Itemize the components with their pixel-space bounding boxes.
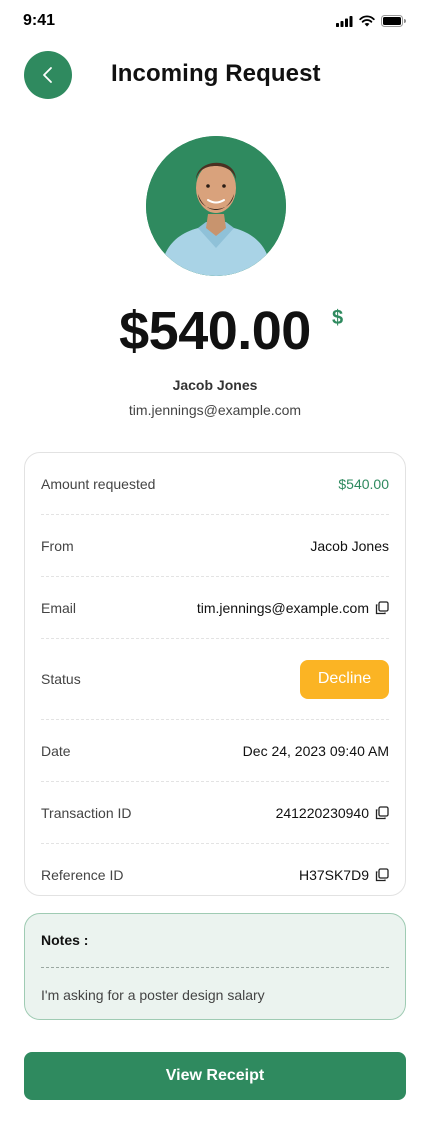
detail-value-reference-wrap: H37SK7D9 bbox=[299, 867, 389, 883]
detail-label: Status bbox=[41, 671, 81, 687]
battery-icon bbox=[381, 15, 406, 27]
page-title: Incoming Request bbox=[111, 60, 321, 87]
avatar-person-image bbox=[146, 136, 286, 276]
notes-text: I'm asking for a poster design salary bbox=[41, 987, 265, 1003]
currency-symbol: $ bbox=[332, 307, 344, 329]
detail-value-email-wrap: tim.jennings@example.com bbox=[197, 600, 389, 616]
notes-card: Notes : I'm asking for a poster design s… bbox=[24, 913, 406, 1020]
detail-row-reference-id: Reference ID H37SK7D9 bbox=[41, 844, 389, 906]
detail-row-from: From Jacob Jones bbox=[41, 515, 389, 577]
header: Incoming Request bbox=[0, 50, 430, 100]
detail-row-amount: Amount requested $540.00 bbox=[41, 453, 389, 515]
cellular-signal-icon bbox=[336, 15, 353, 27]
copy-icon[interactable] bbox=[375, 868, 389, 882]
detail-value-email: tim.jennings@example.com bbox=[196, 599, 369, 616]
detail-label: Reference ID bbox=[41, 867, 124, 883]
notes-title: Notes : bbox=[41, 932, 89, 948]
detail-label: Transaction ID bbox=[41, 804, 132, 821]
details-card: Amount requested $540.00 From Jacob Jone… bbox=[24, 452, 406, 896]
copy-icon[interactable] bbox=[375, 600, 389, 615]
amount-display: $540.00 $ bbox=[0, 300, 430, 362]
detail-row-date: Date Dec 24, 2023 09:40 AM bbox=[41, 720, 389, 782]
detail-label: From bbox=[41, 537, 74, 554]
chevron-left-icon bbox=[43, 67, 52, 83]
detail-value-from: Jacob Jones bbox=[310, 537, 389, 554]
status-time: 9:41 bbox=[23, 12, 56, 29]
detail-row-status: Status Decline bbox=[41, 639, 389, 720]
detail-label: Date bbox=[41, 742, 71, 759]
detail-row-transaction-id: Transaction ID 241220230940 bbox=[41, 782, 389, 844]
detail-value-transaction-wrap: 241220230940 bbox=[276, 805, 389, 821]
detail-value-transaction-id: 241220230940 bbox=[275, 804, 369, 821]
copy-icon[interactable] bbox=[375, 805, 389, 820]
wifi-icon bbox=[359, 15, 375, 27]
notes-divider bbox=[41, 967, 389, 968]
detail-label: Email bbox=[41, 599, 77, 616]
requester-name: Jacob Jones bbox=[172, 377, 258, 393]
detail-value-reference-id: H37SK7D9 bbox=[298, 867, 369, 883]
view-receipt-button[interactable]: View Receipt bbox=[24, 1052, 406, 1100]
status-bar: 9:41 bbox=[0, 0, 430, 44]
detail-row-email: Email tim.jennings@example.com bbox=[41, 577, 389, 639]
detail-label: Amount requested bbox=[41, 475, 156, 492]
requester-email: tim.jennings@example.com bbox=[128, 402, 302, 418]
back-button[interactable] bbox=[24, 51, 72, 99]
status-icons bbox=[336, 15, 406, 27]
avatar bbox=[146, 136, 286, 276]
detail-value-amount: $540.00 bbox=[338, 475, 389, 492]
amount-value: $540.00 bbox=[119, 301, 311, 361]
detail-value-date: Dec 24, 2023 09:40 AM bbox=[242, 742, 389, 759]
decline-button[interactable]: Decline bbox=[300, 659, 389, 699]
